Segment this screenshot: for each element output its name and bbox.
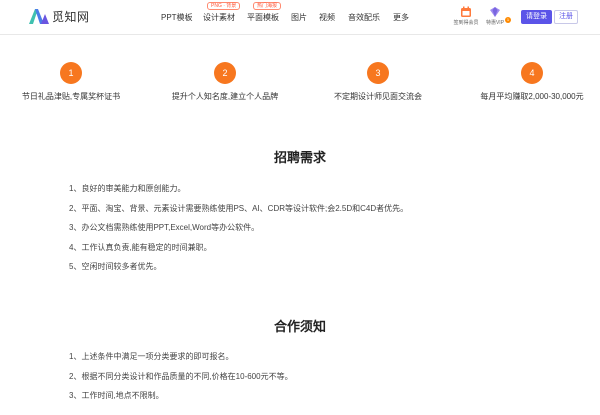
nav-item-video[interactable]: 视频 [319,12,335,23]
nav-item-images[interactable]: 图片 [291,12,307,23]
benefit-text: 节日礼品津贴,专属奖杯证书 [21,92,121,101]
checkin-button[interactable]: 签到得会员 [452,6,480,26]
vip-button[interactable]: 特惠VIP [481,6,509,26]
step-number: 2 [214,62,236,84]
list-item: 1、良好的审美能力和原创能力。 [69,184,186,193]
step-number: 1 [60,62,82,84]
vip-count-badge: 1 [505,17,511,23]
nav-item-ppt[interactable]: PPT模板 [161,12,193,23]
benefit-item: 1 节日礼品津贴,专属奖杯证书 [0,62,146,102]
benefit-item: 3 不定期设计师见面交流会 [303,62,453,102]
cooperation-list: 1、上述条件中满足一项分类要求的即可报名。 2、根据不同分类设计和作品质量的不同… [69,351,293,410]
register-button[interactable]: 注册 [554,10,578,24]
list-item: 5、空闲时间较多者优先。 [69,262,162,271]
list-item: 3、工作时间,地点不限制。 [69,391,164,400]
cooperation-title: 合作须知 [273,319,326,334]
nav-item-graphic-template[interactable]: 平面模板 [247,12,279,23]
nav-item-more[interactable]: 更多 [393,12,409,23]
nav-tag-hot-poster: 热门海报 [253,2,282,10]
list-item: 4、工作认真负责,能有稳定的时间兼职。 [69,242,212,252]
requirements-list: 1、良好的审美能力和原创能力。 2、平面、淘宝、背景、元素设计需要熟练使用PS、… [69,183,408,281]
benefit-text: 每月平均赚取2,000-30,000元 [480,92,584,101]
list-item: 2、平面、淘宝、背景、元素设计需要熟练使用PS、AI、CDR等设计软件;会2.5… [69,203,409,213]
nav-tag-png: PNG · 背景 [207,2,241,10]
checkin-label: 签到得会员 [453,20,479,26]
step-number: 4 [521,62,543,84]
requirements-title: 招聘需求 [273,150,326,165]
benefit-text: 提升个人知名度,建立个人品牌 [171,92,279,101]
nav-item-design-material[interactable]: 设计素材 [203,12,235,23]
benefit-text: 不定期设计师见面交流会 [334,92,422,101]
login-button[interactable]: 请登录 [521,10,552,24]
list-item: 3、办公文档需熟练使用PPT,Excel,Word等办公软件。 [69,223,260,232]
benefit-item: 4 每月平均赚取2,000-30,000元 [457,62,600,102]
top-header: 觅知网 PPT模板 设计素材 PNG · 背景 平面模板 热门海报 图片 视频 … [0,0,600,35]
list-item: 1、上述条件中满足一项分类要求的即可报名。 [69,352,234,361]
vip-icon [490,7,500,17]
calendar-icon [461,6,471,17]
list-item: 2、根据不同分类设计和作品质量的不同,价格在10-600元不等。 [69,371,293,381]
nav-item-audio[interactable]: 音效配乐 [348,12,380,23]
step-number: 3 [367,62,389,84]
benefit-item: 2 提升个人知名度,建立个人品牌 [150,62,300,102]
